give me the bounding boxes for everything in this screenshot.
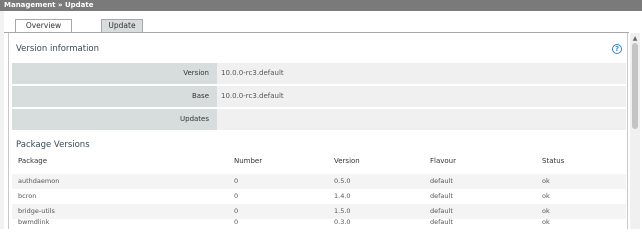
tab-bar: Overview Update xyxy=(4,11,642,33)
cell-package: authdaemon xyxy=(18,177,60,185)
col-status[interactable]: Status xyxy=(542,157,564,165)
updates-row: Updates xyxy=(12,109,626,130)
tab-update[interactable]: Update xyxy=(101,19,143,32)
help-icon[interactable]: ? xyxy=(612,44,622,54)
cell-status: ok xyxy=(542,219,550,226)
cell-flavour: default xyxy=(430,192,453,200)
cell-status: ok xyxy=(542,177,550,185)
cell-version: 0.5.0 xyxy=(334,177,351,185)
version-key: Version xyxy=(12,63,217,84)
base-key: Base xyxy=(12,86,217,107)
breadcrumb-parent[interactable]: Management xyxy=(4,1,56,9)
breadcrumb: Management » Update xyxy=(0,0,642,11)
version-row: Version 10.0.0-rc3.default xyxy=(12,63,626,84)
cell-package: bridge-utils xyxy=(18,207,55,215)
cell-package: bwmdlink xyxy=(18,219,50,226)
cell-flavour: default xyxy=(430,207,453,215)
left-panel-edge xyxy=(0,11,4,229)
col-flavour[interactable]: Flavour xyxy=(430,157,456,165)
version-info-title: Version information xyxy=(16,44,100,54)
cell-flavour: default xyxy=(430,177,453,185)
cell-version: 1.4.0 xyxy=(334,192,351,200)
breadcrumb-separator: » xyxy=(57,1,63,9)
cell-package: bcron xyxy=(18,192,37,200)
scrollbar-thumb[interactable] xyxy=(632,43,638,129)
cell-flavour: default xyxy=(430,219,453,226)
cell-version: 0.3.0 xyxy=(334,219,351,226)
cell-number: 0 xyxy=(234,207,239,215)
package-table-header: Package Number Version Flavour Status xyxy=(12,157,626,171)
breadcrumb-current: Update xyxy=(64,1,94,9)
package-versions-title: Package Versions xyxy=(16,140,90,150)
cell-number: 0 xyxy=(234,219,239,226)
table-row: bcron 0 1.4.0 default ok xyxy=(12,189,626,204)
cell-status: ok xyxy=(542,192,550,200)
table-row: bwmdlink 0 0.3.0 default ok xyxy=(12,219,626,229)
updates-key: Updates xyxy=(12,109,217,130)
tab-overview-label: Overview xyxy=(25,21,62,30)
table-row: bridge-utils 0 1.5.0 default ok xyxy=(12,204,626,219)
cell-number: 0 xyxy=(234,177,239,185)
col-number[interactable]: Number xyxy=(234,157,262,165)
base-row: Base 10.0.0-rc3.default xyxy=(12,86,626,107)
version-value: 10.0.0-rc3.default xyxy=(217,63,626,84)
scroll-up-arrow-icon[interactable]: ▲ xyxy=(630,35,640,43)
tab-overview[interactable]: Overview xyxy=(15,19,72,33)
table-row: authdaemon 0 0.5.0 default ok xyxy=(12,174,626,189)
col-version[interactable]: Version xyxy=(334,157,360,165)
cell-status: ok xyxy=(542,207,550,215)
cell-number: 0 xyxy=(234,192,239,200)
updates-value xyxy=(217,109,626,130)
cell-version: 1.5.0 xyxy=(334,207,351,215)
vertical-scrollbar[interactable]: ▲ xyxy=(630,33,640,229)
base-value: 10.0.0-rc3.default xyxy=(217,86,626,107)
tab-update-label: Update xyxy=(108,21,136,30)
col-package[interactable]: Package xyxy=(18,157,47,165)
